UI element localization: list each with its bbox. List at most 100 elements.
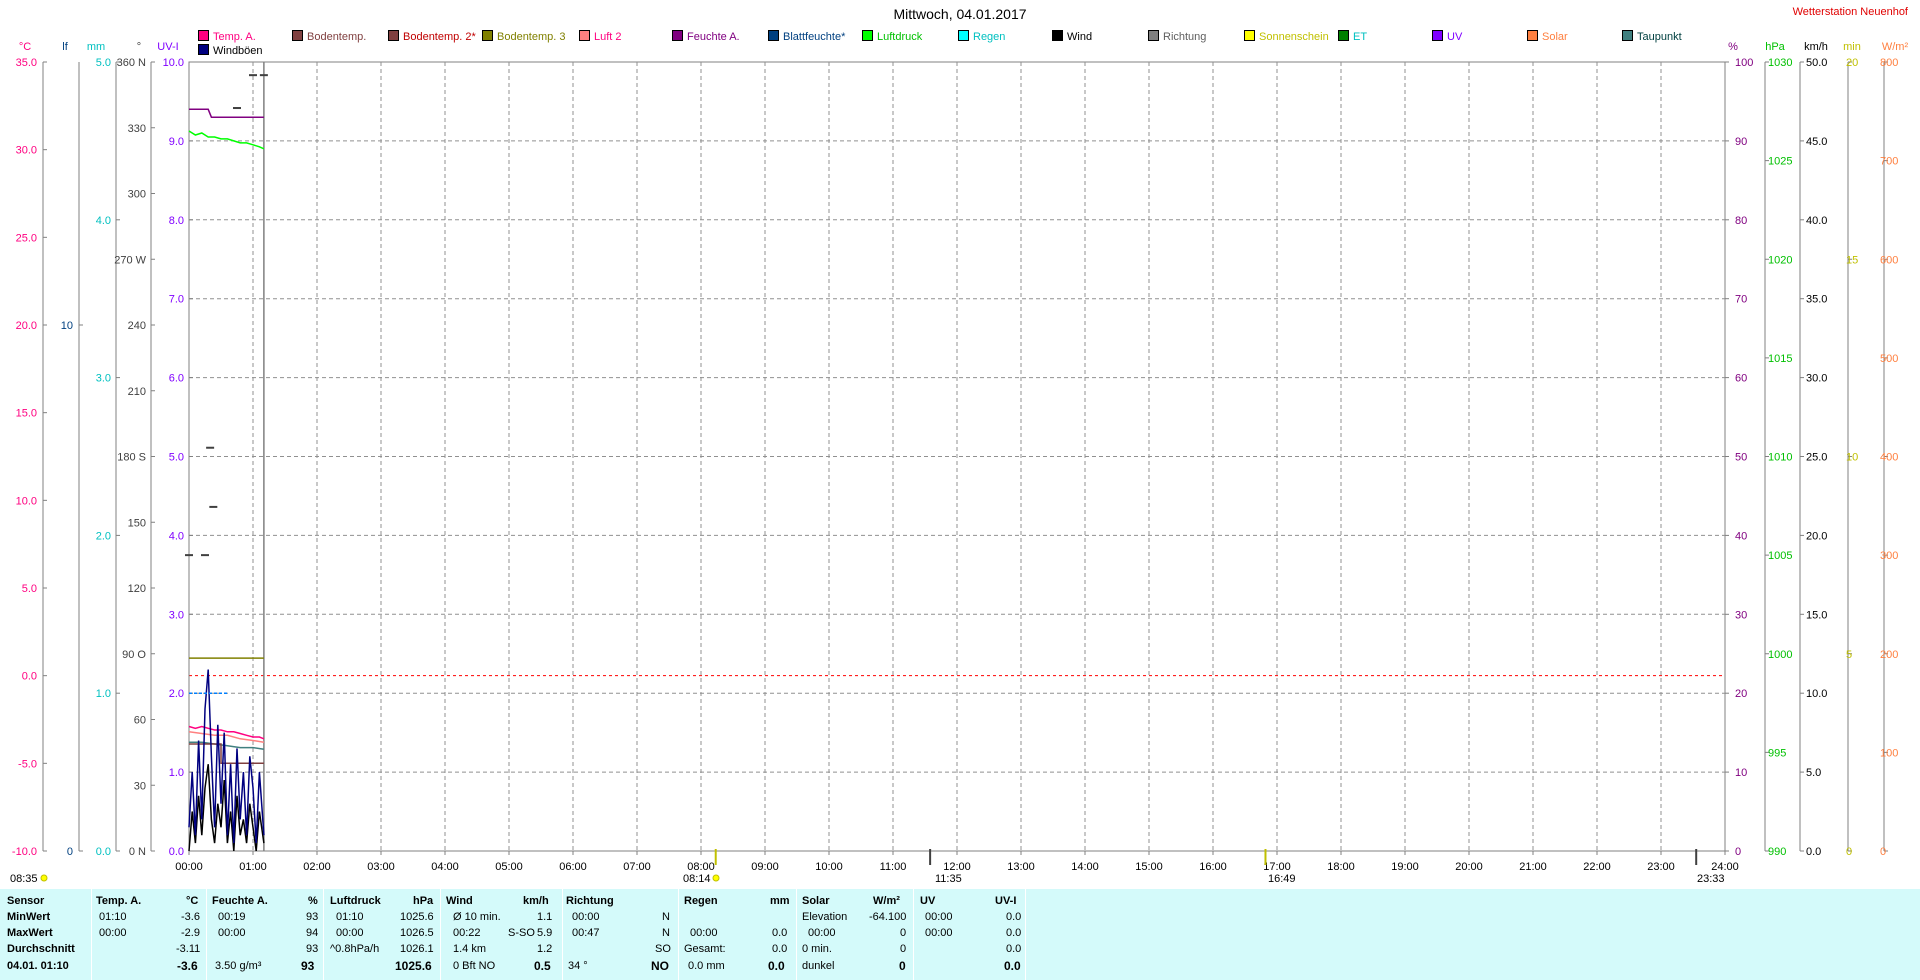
dir-tick-label: 150	[128, 517, 146, 529]
info-temp-max-val: -2.9	[181, 927, 200, 939]
time-tick-label: 18:00	[1327, 861, 1355, 873]
time-tick-label: 05:00	[495, 861, 523, 873]
time-tick-label: 13:00	[1007, 861, 1035, 873]
rain-tick-label: 1.0	[96, 688, 111, 700]
info-solar-r4-label: dunkel	[802, 960, 835, 972]
sun-tick-label: 5	[1846, 649, 1852, 661]
sun-tick-label: 15	[1846, 254, 1858, 266]
info-press-trend: ^0.8hPa/h	[330, 943, 380, 955]
temp-tick-label: 15.0	[16, 408, 37, 420]
info-wind-r3-label: 1.4 km	[453, 943, 487, 955]
dir-tick-label: 300	[128, 189, 146, 201]
info-temp-unit: °C	[186, 895, 199, 907]
sun-tick-label: 0	[1846, 846, 1852, 858]
info-uv-r2-val: 0.0	[1006, 927, 1022, 939]
info-uv-r4-val: 0.0	[1004, 959, 1021, 973]
uvi-tick-label: 0.0	[169, 846, 184, 858]
info-hum-max-time: 00:00	[218, 927, 246, 939]
info-hum-now-val: 93	[301, 959, 315, 973]
time-tick-label: 19:00	[1391, 861, 1419, 873]
rain-tick-label: 0.0	[96, 846, 111, 858]
info-hum-min-val: 93	[306, 911, 319, 923]
sun-tick-label: 10	[1846, 452, 1858, 464]
sunrise-icon	[712, 874, 720, 882]
press-tick-label: 1025	[1768, 156, 1792, 168]
temp-tick-label: 5.0	[22, 583, 37, 595]
info-max-label: MaxWert	[7, 927, 53, 939]
time-tick-label: 08:00	[687, 861, 715, 873]
time-marker-sunrise: 08:14	[683, 873, 711, 885]
time-tick-label: 21:00	[1519, 861, 1547, 873]
time-tick-label: 11:00	[880, 861, 907, 873]
rain-tick-label: 2.0	[96, 530, 111, 542]
uvi-tick-label: 7.0	[169, 294, 184, 306]
info-solar-r3-val: 0	[900, 943, 907, 955]
time-tick-label: 03:00	[367, 861, 395, 873]
sun-icon	[40, 874, 48, 882]
info-dir-r4-val: NO	[651, 959, 669, 973]
info-dir-r4-deg: 34 °	[568, 960, 588, 972]
sun-axis-unit: min	[1843, 41, 1861, 53]
info-hum-unit: %	[308, 895, 318, 907]
rain-tick-label: 3.0	[96, 373, 111, 385]
info-wind-r2-dir: S-SO	[508, 927, 535, 939]
hum-tick-label: 50	[1735, 452, 1747, 464]
info-uv-r1-val: 0.0	[1006, 911, 1022, 923]
info-rain-r4-label: 0.0 mm	[688, 960, 725, 972]
info-hum-avg-val: 93	[306, 943, 319, 955]
uvi-tick-label: 10.0	[163, 57, 184, 69]
uvi-tick-label: 5.0	[169, 452, 184, 464]
dir-tick-label: 360 N	[117, 57, 146, 69]
info-solar-r1-label: Elevation	[802, 911, 848, 923]
time-tick-label: 04:00	[431, 861, 459, 873]
info-rain-r2-time: 00:00	[690, 927, 718, 939]
rain-tick-label: 4.0	[96, 215, 111, 227]
temp-tick-label: -10.0	[12, 846, 37, 858]
temp-axis-unit: °C	[19, 41, 31, 53]
hum-tick-label: 70	[1735, 294, 1747, 306]
press-tick-label: 990	[1768, 846, 1786, 858]
info-press-min-val: 1025.6	[400, 911, 434, 923]
info-temp-header: Temp. A.	[96, 895, 142, 907]
hum-tick-label: 10	[1735, 767, 1747, 779]
press-tick-label: 995	[1768, 747, 1786, 759]
info-rain-r4-val: 0.0	[768, 959, 785, 973]
hum-tick-label: 0	[1735, 846, 1741, 858]
solar-tick-label: 500	[1880, 353, 1898, 365]
info-uv-r1-time: 00:00	[925, 911, 953, 923]
time-tick-label: 22:00	[1583, 861, 1611, 873]
dir-tick-label: 270 W	[114, 254, 146, 266]
solar-axis-unit: W/m²	[1882, 41, 1909, 53]
hum-tick-label: 20	[1735, 688, 1747, 700]
wind-tick-label: 25.0	[1806, 452, 1827, 464]
info-dir-r1-time: 00:00	[572, 911, 600, 923]
uvi-tick-label: 1.0	[169, 767, 184, 779]
wind-tick-label: 10.0	[1806, 688, 1827, 700]
info-press-min-time: 01:10	[336, 911, 364, 923]
info-solar-r1-val: -64.100	[869, 911, 907, 923]
dir-tick-label: 240	[128, 320, 146, 332]
temp-tick-label: 35.0	[16, 57, 37, 69]
hum-tick-label: 60	[1735, 373, 1747, 385]
press-tick-label: 1015	[1768, 353, 1792, 365]
time-marker-noon: 11:35	[935, 873, 962, 885]
uvi-tick-label: 8.0	[169, 215, 184, 227]
solar-tick-label: 400	[1880, 452, 1898, 464]
press-tick-label: 1005	[1768, 550, 1792, 562]
time-tick-label: 06:00	[559, 861, 587, 873]
info-press-max-val: 1026.5	[400, 927, 434, 939]
uvi-axis-unit: UV-I	[157, 41, 178, 53]
time-tick-label: 00:00	[175, 861, 203, 873]
info-dir-r2-val: N	[662, 927, 670, 939]
info-wind-r1-label: Ø 10 min.	[453, 911, 501, 923]
solar-tick-label: 300	[1880, 550, 1898, 562]
info-dir-header: Richtung	[566, 895, 614, 907]
info-press-now-val: 1025.6	[395, 959, 432, 973]
solar-tick-label: 100	[1880, 747, 1898, 759]
info-hum-max-val: 94	[306, 927, 319, 939]
time-tick-label: 12:00	[943, 861, 971, 873]
dir-tick-label: 30	[134, 780, 146, 792]
weather-chart: °C 35.0 30.0 25.0 20.0 15.0 10.0 5.0 0.0 -5.0 -10.…	[10, 41, 1909, 885]
info-hum-abs: 3.50 g/m³	[215, 960, 262, 972]
lf-tick-label: 10	[61, 320, 73, 332]
